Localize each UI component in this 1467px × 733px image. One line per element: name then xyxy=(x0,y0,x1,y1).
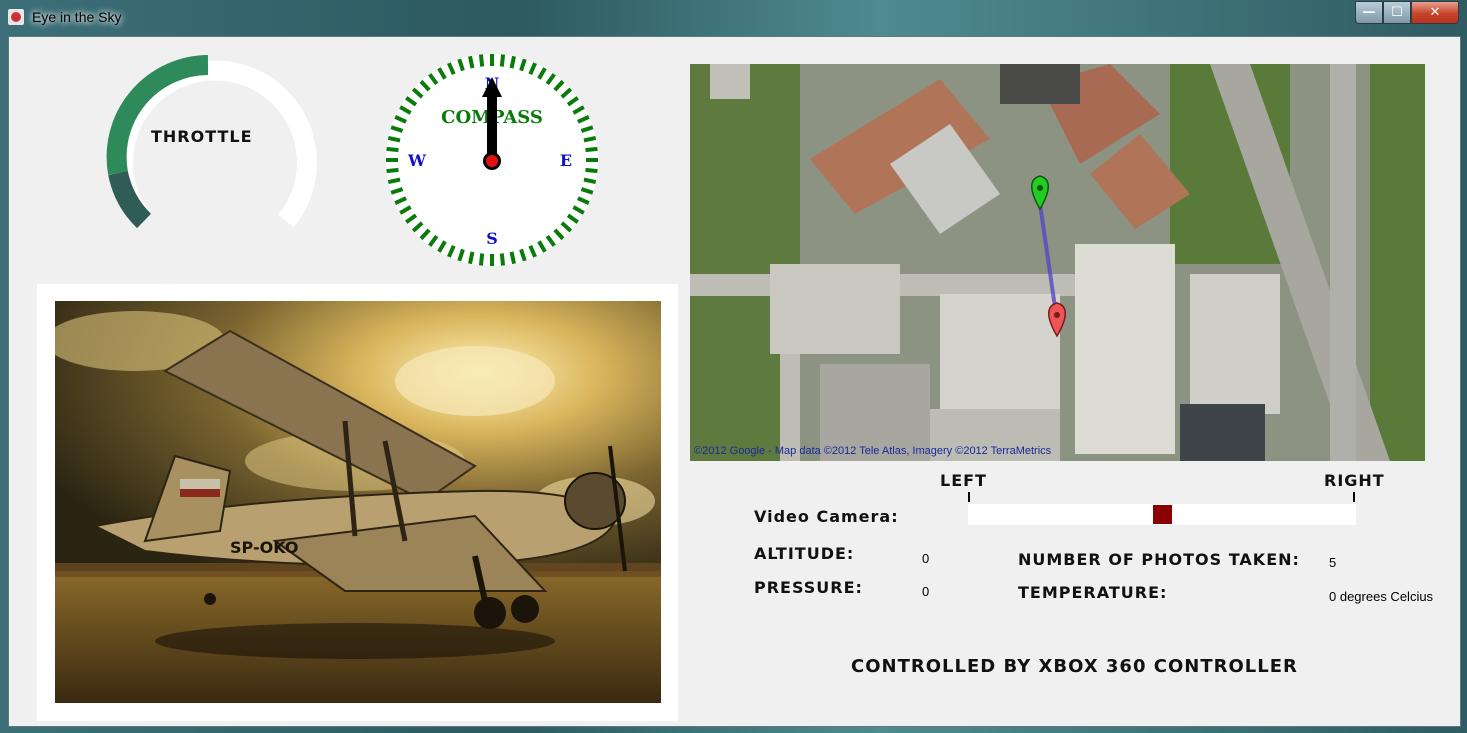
altitude-value: 0 xyxy=(922,551,930,566)
camera-pan-slider-thumb[interactable] xyxy=(1153,505,1172,524)
compass-tick xyxy=(468,251,475,265)
photos-taken-label: NUMBER OF PHOTOS TAKEN: xyxy=(1018,550,1300,569)
compass-south: S xyxy=(486,229,498,248)
compass-tick xyxy=(509,251,516,265)
title-bar[interactable]: Eye in the Sky — ☐ ✕ xyxy=(0,0,1467,34)
throttle-gauge xyxy=(104,49,326,249)
compass-tick xyxy=(478,253,485,266)
camera-left-tick xyxy=(968,492,970,502)
compass-east: E xyxy=(560,151,572,170)
temperature-value: 0 degrees Celcius xyxy=(1329,589,1434,604)
compass-west: W xyxy=(407,151,427,170)
client-area: THROTTLE COMPASS N S E W xyxy=(8,36,1461,727)
compass-tick xyxy=(386,167,399,174)
compass-tick xyxy=(583,136,597,143)
compass-tick xyxy=(585,146,598,153)
throttle-arc-graphic xyxy=(106,55,317,229)
video-camera-label: Video Camera: xyxy=(754,507,899,526)
altitude-label: ALTITUDE: xyxy=(754,544,855,563)
airplane-illustration: SP-OKO xyxy=(55,301,661,703)
window-controls: — ☐ ✕ xyxy=(1355,1,1459,24)
compass-graphic: COMPASS N S E W xyxy=(386,54,598,266)
satellite-map[interactable]: ©2012 Google - Map data ©2012 Tele Atlas… xyxy=(690,64,1425,461)
compass-tick xyxy=(387,136,401,143)
throttle-label: THROTTLE xyxy=(151,127,253,146)
window-title: Eye in the Sky xyxy=(32,9,122,25)
video-feed-panel: SP-OKO xyxy=(37,284,678,721)
compass-tick xyxy=(387,177,401,184)
compass-tick xyxy=(499,253,506,266)
minimize-button[interactable]: — xyxy=(1355,1,1383,24)
compass-dial: COMPASS N S E W xyxy=(383,51,601,269)
photos-taken-value: 5 xyxy=(1329,555,1337,570)
map-credit: ©2012 Google - Map data ©2012 Tele Atlas… xyxy=(694,445,1052,457)
app-window: Eye in the Sky — ☐ ✕ THROTTLE COMPASS N … xyxy=(0,0,1467,733)
pressure-label: PRESSURE: xyxy=(754,578,863,597)
camera-right-label: RIGHT xyxy=(1324,471,1385,490)
camera-left-label: LEFT xyxy=(940,471,987,490)
compass-tick xyxy=(386,146,399,153)
compass-tick xyxy=(585,167,598,174)
compass-tick xyxy=(583,177,597,184)
camera-right-tick xyxy=(1353,492,1355,502)
maximize-button[interactable]: ☐ xyxy=(1383,1,1411,24)
compass-tick xyxy=(478,54,485,67)
airplane-photo: SP-OKO xyxy=(55,301,661,703)
compass-tick xyxy=(509,55,516,69)
app-icon xyxy=(8,9,24,25)
airplane-registration: SP-OKO xyxy=(230,538,299,557)
map-imagery xyxy=(690,64,1425,461)
close-button[interactable]: ✕ xyxy=(1411,1,1459,24)
compass-tick xyxy=(499,54,506,67)
controller-label: CONTROLLED BY XBOX 360 CONTROLLER xyxy=(851,656,1298,677)
pressure-value: 0 xyxy=(922,584,930,599)
temperature-label: TEMPERATURE: xyxy=(1018,583,1168,602)
camera-pan-slider[interactable] xyxy=(968,504,1356,525)
compass-tick xyxy=(468,55,475,69)
